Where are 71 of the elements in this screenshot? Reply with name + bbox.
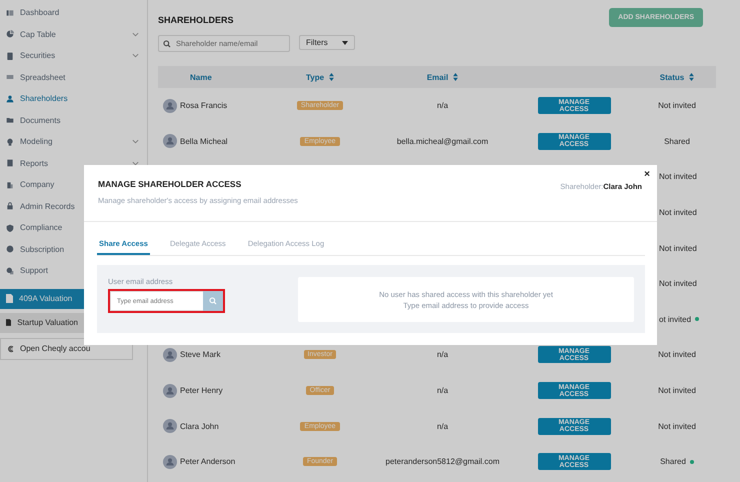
status-text: Not invited xyxy=(659,172,697,182)
status-text: Not invited xyxy=(659,279,697,288)
email-text: n/a xyxy=(436,386,448,396)
avatar-icon xyxy=(163,348,177,362)
sort-icon[interactable] xyxy=(329,73,334,81)
shareholder-name: Peter Anderson xyxy=(180,457,236,466)
filters-dropdown[interactable]: Filters xyxy=(299,35,355,50)
bulb-icon xyxy=(6,138,14,146)
sidebar-item[interactable]: Support xyxy=(6,264,48,278)
close-button[interactable]: × xyxy=(644,169,650,180)
shareholder-name: Bella Micheal xyxy=(180,136,228,146)
status-text: ot invited xyxy=(659,314,692,324)
shareholder-name: Rosa Francis xyxy=(180,101,228,110)
avatar-icon xyxy=(163,384,177,398)
folder-icon xyxy=(6,116,14,124)
person-icon xyxy=(6,94,14,103)
sidebar-item[interactable]: Reports xyxy=(6,156,48,170)
status-text: Not invited xyxy=(658,350,696,360)
avatar-icon xyxy=(163,419,177,434)
lock-icon xyxy=(6,202,14,210)
shield-icon xyxy=(6,224,14,232)
sort-icon[interactable] xyxy=(689,73,694,81)
chevron-icon[interactable] xyxy=(132,139,139,144)
chevron-icon[interactable] xyxy=(132,32,139,37)
status-text: Shared xyxy=(660,457,686,466)
search-icon xyxy=(209,297,217,305)
search-icon xyxy=(163,40,171,48)
sort-icon[interactable] xyxy=(453,73,458,81)
document-icon xyxy=(6,318,12,327)
column-header[interactable]: Status xyxy=(660,72,684,82)
page-title: SHAREHOLDERS xyxy=(158,14,234,24)
sidebar-item[interactable]: Cap Table xyxy=(6,27,56,42)
pie-icon xyxy=(6,30,14,38)
status-text: Not invited xyxy=(659,244,697,253)
shareholder-name: Peter Henry xyxy=(180,386,223,396)
sidebar-item[interactable]: Documents xyxy=(6,113,60,128)
document-icon xyxy=(6,294,13,303)
status-text: Not invited xyxy=(658,386,696,396)
sidebar-item[interactable]: Subscription xyxy=(6,242,64,256)
email-text: n/a xyxy=(436,350,448,360)
avatar-icon xyxy=(163,454,177,469)
sidebar-item[interactable]: Shareholders xyxy=(6,92,68,106)
chevron-icon[interactable] xyxy=(132,53,139,58)
avatar-icon xyxy=(163,98,177,113)
email-text: bella.micheal@gmail.com xyxy=(396,136,488,146)
status-text: Not invited xyxy=(658,422,696,431)
chevron-icon[interactable] xyxy=(132,160,139,166)
status-text: Not invited xyxy=(658,101,696,110)
sidebar-item[interactable]: Company xyxy=(6,178,54,192)
avatar-icon xyxy=(163,134,177,148)
sidebar-item[interactable]: Dashboard xyxy=(6,6,60,20)
status-text: Not invited xyxy=(659,208,697,218)
email-text: n/a xyxy=(436,101,448,110)
sidebar-item[interactable]: Compliance xyxy=(6,220,62,235)
email-text: n/a xyxy=(436,422,448,431)
status-text: Shared xyxy=(664,136,690,146)
column-header[interactable]: Email xyxy=(426,72,448,82)
caret-icon xyxy=(342,40,348,44)
c-logo-icon xyxy=(7,344,15,352)
shareholder-name: Clara John xyxy=(180,422,219,431)
sidebar-item[interactable]: Spreadsheet xyxy=(6,70,66,84)
sidebar-item[interactable]: Modeling xyxy=(6,134,52,149)
valuation-link[interactable]: Startup Valuation xyxy=(0,312,84,332)
dialog-title: MANAGE SHAREHOLDER ACCESS xyxy=(98,179,242,189)
sidebar-item[interactable]: Admin Records xyxy=(6,199,75,214)
email-text: peteranderson5812@gmail.com xyxy=(386,457,500,466)
valuation-link[interactable]: 409A Valuation xyxy=(0,288,84,308)
column-header[interactable]: Type xyxy=(306,72,324,82)
shareholder-name: Steve Mark xyxy=(180,350,220,360)
sidebar-item[interactable]: Securities xyxy=(6,48,56,63)
column-header[interactable]: Name xyxy=(190,72,212,82)
